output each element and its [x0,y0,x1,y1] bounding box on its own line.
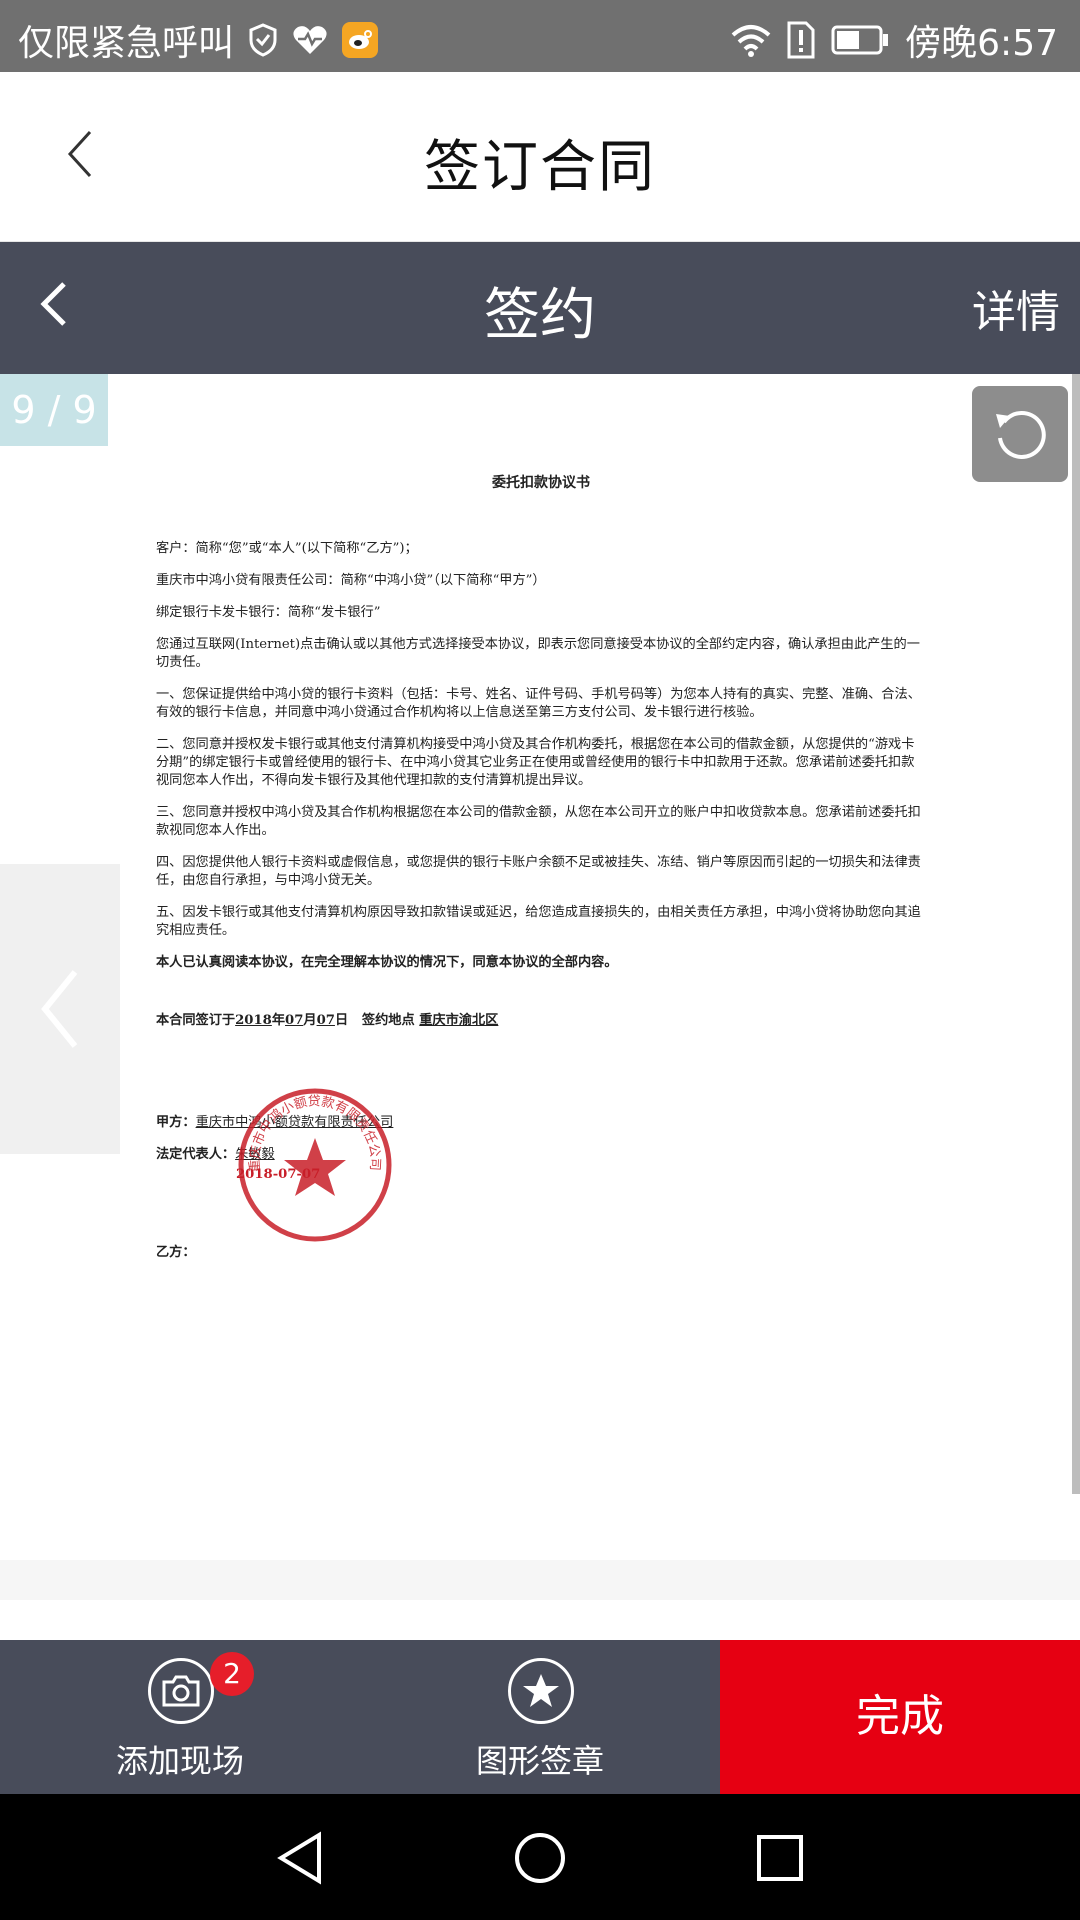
sign-place-label: 签约地点 [361,1013,415,1028]
company-paragraph: 重庆市中鸿小贷有限责任公司：简称“中鸿小贷”（以下简称“甲方”） [156,573,546,588]
sign-title: 签约 [484,283,596,348]
nav-home-button[interactable] [510,1828,570,1888]
previous-page-button[interactable] [0,864,120,1154]
sign-place: 重庆市渝北区 [419,1013,499,1028]
nav-recents-icon [757,1835,803,1881]
rotate-button[interactable] [972,386,1068,482]
clause-3: 三、您同意并授权中鸿小贷及其合作机构根据您在本公司的借款金额，从您在本公司开立的… [156,805,921,838]
month-unit: 月 [303,1013,317,1028]
party-b-label: 乙方： [156,1245,196,1260]
confirm-statement: 本人已认真阅读本协议，在完全理解本协议的情况下，同意本协议的全部内容。 [156,955,618,970]
clause-1: 一、您保证提供给中鸿小贷的银行卡资料（包括：卡号、姓名、证件号码、手机号码等）为… [156,687,921,720]
party-a-label: 甲方： [156,1115,196,1130]
health-heart-icon [292,20,328,60]
graphic-seal-label: 图形签章 [475,1742,604,1780]
contract-document: 委托扣款协议书 客户：简称“您”或“本人”(以下简称“乙方”)； 重庆市中鸿小贷… [156,474,926,1262]
star-seal-icon [508,1658,574,1724]
weibo-app-icon [342,22,379,58]
clause-2: 二、您同意并授权发卡银行或其他支付清算机构接受中鸿小贷及其合作机构委托，根据您在… [156,737,915,788]
app-header: 签订合同 [0,72,1080,242]
clause-5: 五、因发卡银行或其他支付清算机构原因导致扣款错误或延迟，给您造成直接损失的，由相… [156,905,921,938]
sim-alert-icon [787,20,815,60]
sign-year: 2018 [235,1013,272,1028]
nav-back-icon [277,1831,321,1885]
company-seal: 重庆市中鸿小额贷款有限责任公司 [238,1088,392,1242]
detail-button[interactable]: 详情 [972,276,1060,340]
customer-paragraph: 客户：简称“您”或“本人”(以下简称“乙方”)； [156,541,418,556]
sign-day: 07 [316,1013,335,1028]
add-scene-label: 添加现场 [115,1742,244,1780]
chevron-left-icon [41,970,78,1048]
status-bar: 仅限紧急呼叫 傍晚6:57 [0,0,1080,72]
page-title: 签订合同 [424,135,656,200]
nav-back-button[interactable] [270,1828,330,1888]
vpn-shield-icon [248,20,278,60]
sign-date-row: 本合同签订于2018年07月07日 签约地点 重庆市渝北区 [156,1012,926,1030]
photo-count-badge: 2 [210,1652,254,1696]
nav-home-icon [515,1833,565,1883]
battery-icon [831,20,889,60]
bottom-toolbar: 2 添加现场 图形签章 完成 [0,1640,1080,1794]
nav-recents-button[interactable] [750,1828,810,1888]
year-unit: 年 [271,1013,286,1028]
document-title: 委托扣款协议书 [492,475,590,491]
rep-label: 法定代表人： [156,1147,236,1162]
rotate-icon [996,411,1046,459]
page-indicator: 9 / 9 [0,374,108,446]
done-button[interactable]: 完成 [720,1640,1080,1794]
day-unit: 日 [334,1013,349,1028]
scrollbar[interactable] [1072,374,1080,1494]
sign-date-label: 本合同签订于 [156,1013,236,1028]
sign-month: 07 [285,1013,304,1028]
carrier-label: 仅限紧急呼叫 [18,23,235,64]
system-nav-bar [0,1794,1080,1920]
sign-bar: 签约 详情 [0,242,1080,374]
document-viewer[interactable]: 9 / 9 委托扣款协议书 客户：简称“您”或“本人”(以下简称“乙方”)； 重… [0,374,1080,1600]
bank-paragraph: 绑定银行卡发卡银行：简称“发卡银行” [156,605,381,620]
clock: 傍晚6:57 [905,23,1058,64]
clause-4: 四、因您提供他人银行卡资料或虚假信息，或您提供的银行卡账户余额不足或被挂失、冻结… [156,855,921,888]
graphic-seal-button[interactable]: 图形签章 [360,1640,720,1794]
wifi-icon [731,20,771,60]
add-scene-button[interactable]: 2 添加现场 [0,1640,360,1794]
intro-paragraph: 您通过互联网(Internet)点击确认或以其他方式选择接受本协议，即表示您同意… [156,637,920,670]
camera-icon [148,1658,214,1724]
viewer-footer [0,1560,1080,1600]
